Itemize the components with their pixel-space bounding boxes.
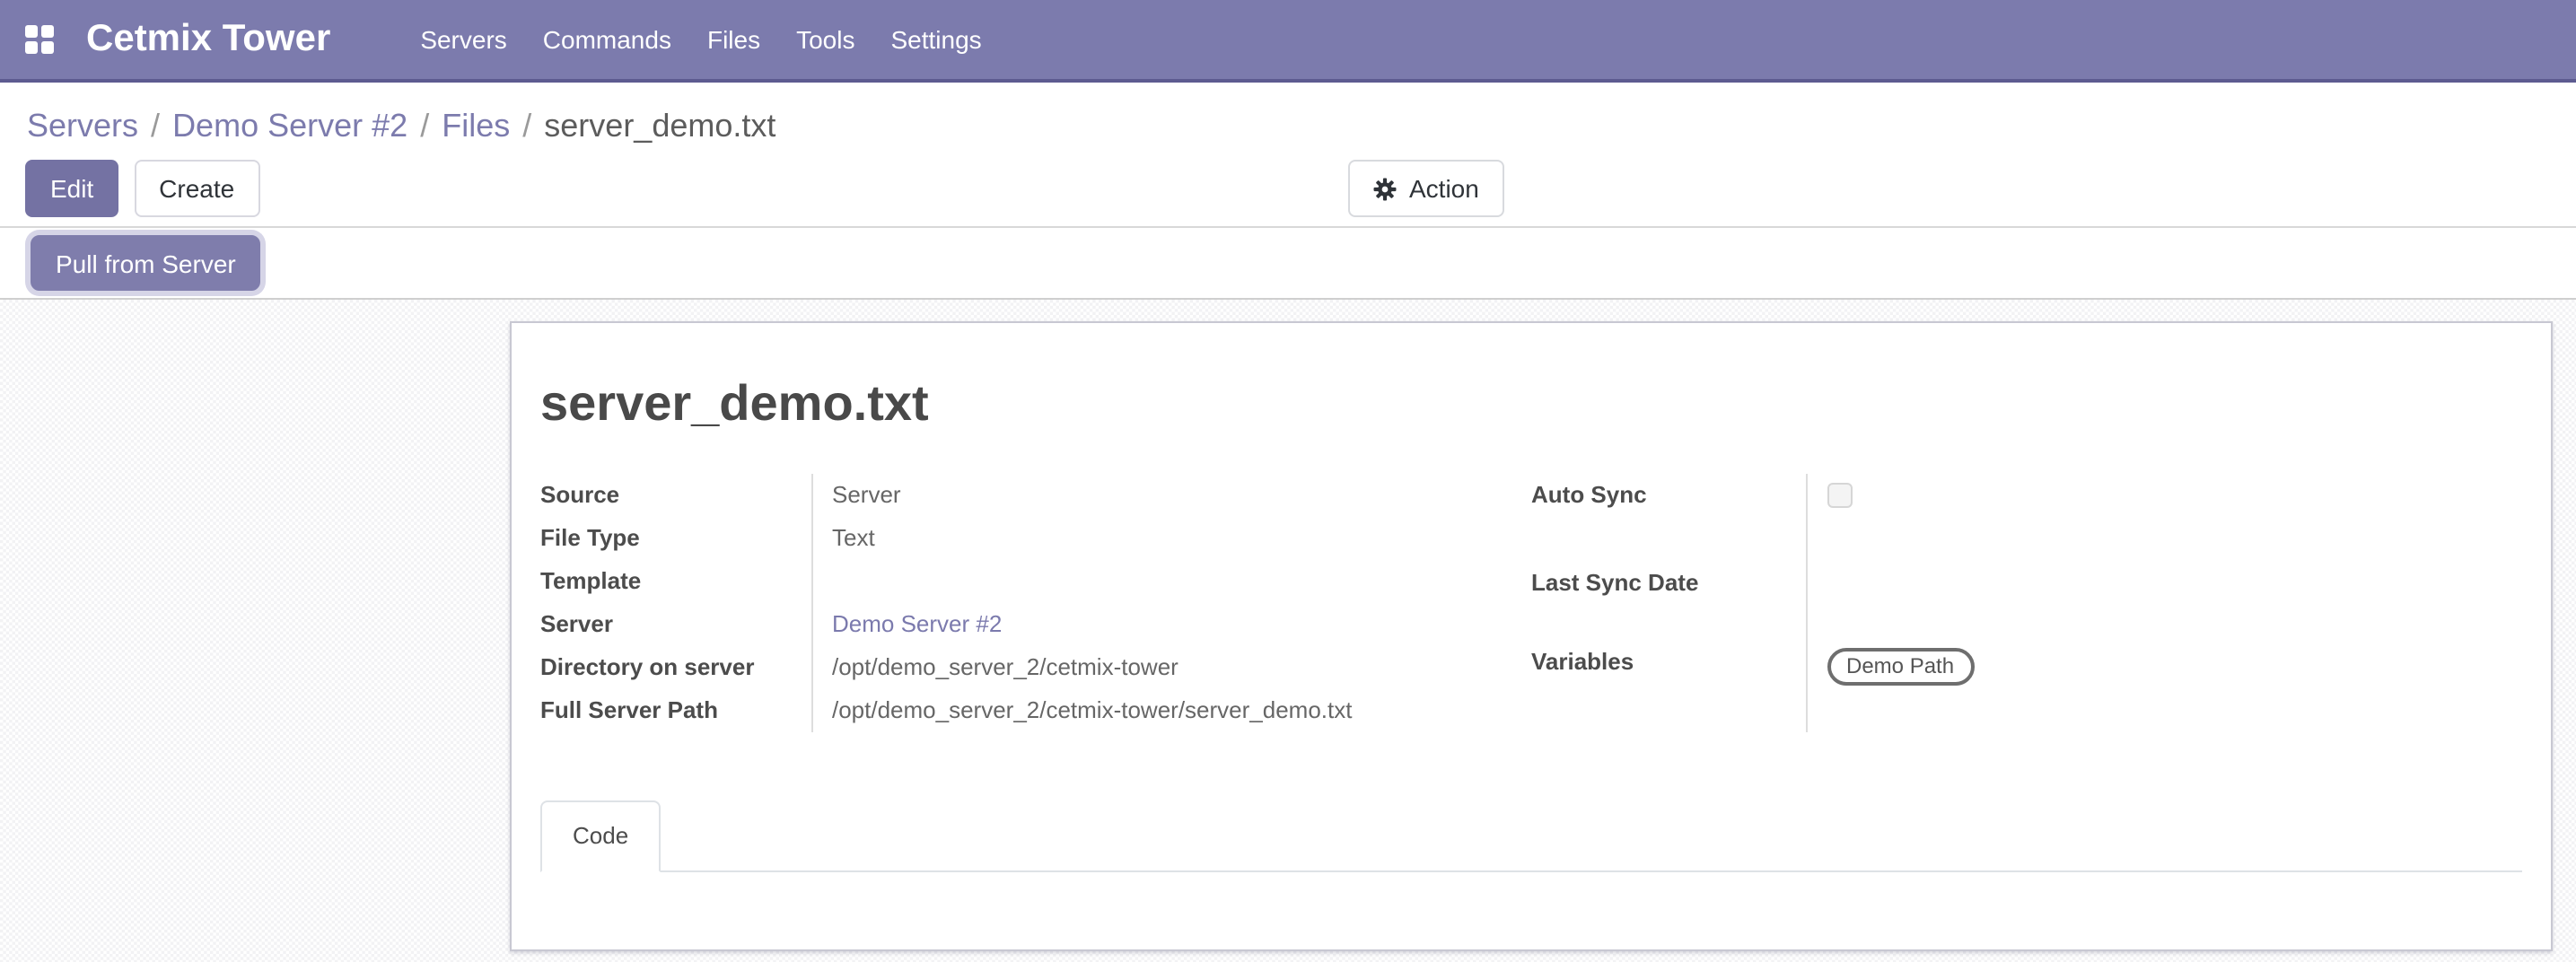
notebook: Code (540, 800, 2522, 951)
field-group-right: Auto Sync Last Sync Date Variables Demo … (1531, 474, 2522, 732)
breadcrumb: Servers/Demo Server #2/Files/server_demo… (0, 83, 2576, 147)
form-sheet: server_demo.txt Source Server File Type … (510, 321, 2553, 951)
app-brand[interactable]: Cetmix Tower (86, 18, 330, 61)
field-label: Full Server Path (540, 689, 811, 732)
field-value: /opt/demo_server_2/cetmix-tower/server_d… (811, 689, 1531, 732)
record-title: server_demo.txt (540, 373, 2522, 434)
field-row-last-sync-date: Last Sync Date (1531, 562, 2522, 640)
auto-sync-checkbox[interactable] (1827, 483, 1852, 508)
pull-from-server-button[interactable]: Pull from Server (31, 235, 261, 291)
field-row-source: Source Server (540, 474, 1531, 517)
breadcrumb-link-servers[interactable]: Servers (27, 108, 138, 144)
field-label: Variables (1531, 641, 1806, 732)
field-value: Text (811, 517, 1531, 560)
breadcrumb-separator: / (510, 108, 544, 144)
field-label: Auto Sync (1531, 474, 1806, 562)
field-row-server: Server Demo Server #2 (540, 603, 1531, 646)
field-value: Server (811, 474, 1531, 517)
breadcrumb-link-demo-server-2[interactable]: Demo Server #2 (172, 108, 407, 144)
menu-item-servers[interactable]: Servers (402, 0, 524, 79)
main-menu: Servers Commands Files Tools Settings (402, 0, 999, 79)
apps-grid-icon (25, 41, 38, 54)
app-viewport: Cetmix Tower Servers Commands Files Tool… (0, 0, 2576, 962)
menu-item-settings[interactable]: Settings (872, 0, 999, 79)
form-statusbar: Pull from Server (0, 228, 2576, 300)
action-button[interactable]: Action (1348, 160, 1504, 217)
content-area: server_demo.txt Source Server File Type … (0, 300, 2576, 962)
field-row-file-type: File Type Text (540, 517, 1531, 560)
breadcrumb-link-files[interactable]: Files (442, 108, 510, 144)
menu-item-files[interactable]: Files (689, 0, 778, 79)
field-row-full-path: Full Server Path /opt/demo_server_2/cetm… (540, 689, 1531, 732)
field-groups: Source Server File Type Text Template Se… (540, 474, 2522, 732)
field-label: Source (540, 474, 811, 517)
edit-button[interactable]: Edit (25, 160, 118, 217)
top-navbar: Cetmix Tower Servers Commands Files Tool… (0, 0, 2576, 83)
notebook-tabs: Code (540, 800, 2522, 872)
breadcrumb-separator: / (407, 108, 442, 144)
field-label: Server (540, 603, 811, 646)
field-group-left: Source Server File Type Text Template Se… (540, 474, 1531, 732)
server-record-link[interactable]: Demo Server #2 (832, 610, 1002, 637)
breadcrumb-current: server_demo.txt (544, 108, 775, 144)
apps-grid-icon (25, 25, 38, 38)
field-label: Directory on server (540, 646, 811, 689)
apps-grid-icon (41, 41, 54, 54)
field-value (1806, 474, 2522, 562)
menu-item-commands[interactable]: Commands (525, 0, 689, 79)
field-label: Last Sync Date (1531, 562, 1806, 640)
field-value (1806, 562, 2522, 640)
field-value (811, 560, 1531, 603)
variable-tag: Demo Path (1827, 648, 1974, 686)
field-row-template: Template (540, 560, 1531, 603)
field-value: /opt/demo_server_2/cetmix-tower (811, 646, 1531, 689)
menu-item-tools[interactable]: Tools (778, 0, 872, 79)
breadcrumb-separator: / (138, 108, 172, 144)
gear-icon (1373, 177, 1397, 200)
field-row-directory: Directory on server /opt/demo_server_2/c… (540, 646, 1531, 689)
field-label: Template (540, 560, 811, 603)
create-button[interactable]: Create (134, 160, 259, 217)
control-panel: Servers/Demo Server #2/Files/server_demo… (0, 83, 2576, 228)
control-panel-buttons: Edit Create Action (25, 160, 2551, 217)
field-row-auto-sync: Auto Sync (1531, 474, 2522, 562)
apps-grid-icon (41, 25, 54, 38)
field-label: File Type (540, 517, 811, 560)
tab-code-content (540, 872, 2522, 951)
field-row-variables: Variables Demo Path (1531, 641, 2522, 732)
tab-code[interactable]: Code (540, 800, 661, 872)
apps-menu-button[interactable] (25, 25, 54, 54)
field-value: Demo Server #2 (811, 603, 1531, 646)
action-button-label: Action (1409, 174, 1479, 203)
field-value: Demo Path (1806, 641, 2522, 732)
